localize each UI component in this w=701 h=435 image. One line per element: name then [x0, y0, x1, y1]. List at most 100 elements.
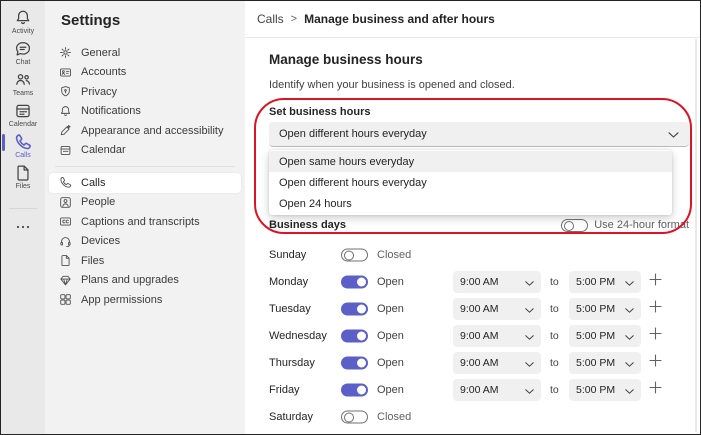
- plus-icon: [649, 326, 662, 345]
- end-time-select[interactable]: 5:00 PM: [569, 378, 641, 401]
- breadcrumb-calls-link[interactable]: Calls: [257, 12, 284, 26]
- start-time-value: 9:00 AM: [460, 302, 499, 315]
- day-status: Open: [377, 356, 404, 369]
- chevron-down-icon: [525, 381, 534, 399]
- settings-item-privacy[interactable]: Privacy: [49, 82, 241, 102]
- selection-indicator: [2, 134, 5, 151]
- day-row-tuesday: Tuesday Open 9:00 AM to 5:00 PM: [269, 295, 689, 322]
- business-hours-dropdown: Open same hours everyday Open different …: [269, 150, 672, 215]
- start-time-select[interactable]: 9:00 AM: [453, 351, 541, 374]
- rail-item-files[interactable]: Files: [1, 161, 45, 192]
- day-status: Closed: [377, 410, 412, 423]
- settings-item-label: Appearance and accessibility: [81, 124, 224, 137]
- settings-item-appearance[interactable]: Appearance and accessibility: [49, 121, 241, 141]
- day-label: Friday: [269, 383, 300, 396]
- rail-item-label: Teams: [12, 89, 34, 97]
- settings-item-notifications[interactable]: Notifications: [49, 102, 241, 122]
- chevron-right-icon: >: [290, 13, 298, 25]
- start-time-select[interactable]: 9:00 AM: [453, 324, 541, 347]
- phone-icon: [14, 133, 32, 151]
- start-time-select[interactable]: 9:00 AM: [453, 270, 541, 293]
- end-time-select[interactable]: 5:00 PM: [569, 324, 641, 347]
- end-time-select[interactable]: 5:00 PM: [569, 297, 641, 320]
- day-status: Open: [377, 329, 404, 342]
- chevron-down-icon: [668, 125, 679, 143]
- day-status: Open: [377, 275, 404, 288]
- rail-item-activity[interactable]: Activity: [1, 6, 45, 37]
- rail-item-chat[interactable]: Chat: [1, 37, 45, 68]
- settings-item-calls[interactable]: Calls: [49, 173, 241, 193]
- shield-icon: [59, 85, 72, 98]
- headset-icon: [59, 235, 72, 248]
- settings-item-captions[interactable]: Captions and transcripts: [49, 212, 241, 232]
- business-days-row: Business days Use 24-hour format: [269, 217, 689, 233]
- day-open-toggle[interactable]: [341, 410, 368, 423]
- dropdown-option-24-hours[interactable]: Open 24 hours: [269, 193, 672, 214]
- day-open-toggle[interactable]: [341, 383, 368, 396]
- rail-item-teams[interactable]: Teams: [1, 68, 45, 99]
- to-label: to: [550, 275, 559, 288]
- rail-item-label: Calendar: [8, 120, 38, 128]
- settings-item-files[interactable]: Files: [49, 251, 241, 271]
- to-label: to: [550, 302, 559, 315]
- start-time-select[interactable]: 9:00 AM: [453, 378, 541, 401]
- business-days-label: Business days: [269, 219, 347, 231]
- settings-item-label: Privacy: [81, 85, 118, 98]
- to-label: to: [550, 356, 559, 369]
- day-open-toggle[interactable]: [341, 302, 368, 315]
- settings-item-devices[interactable]: Devices: [49, 232, 241, 252]
- section-title: Manage business hours: [269, 52, 423, 67]
- end-time-select[interactable]: 5:00 PM: [569, 270, 641, 293]
- chevron-down-icon: [525, 273, 534, 291]
- app-grid-icon: [59, 293, 72, 306]
- day-label: Tuesday: [269, 302, 311, 315]
- dropdown-option-different-hours[interactable]: Open different hours everyday: [269, 172, 672, 193]
- end-time-value: 5:00 PM: [576, 329, 616, 342]
- chevron-down-icon: [525, 354, 534, 372]
- rail-item-calls[interactable]: Calls: [1, 130, 45, 161]
- day-open-toggle[interactable]: [341, 275, 368, 288]
- day-open-toggle[interactable]: [341, 248, 368, 261]
- end-time-value: 5:00 PM: [576, 275, 616, 288]
- start-time-select[interactable]: 9:00 AM: [453, 297, 541, 320]
- day-open-toggle[interactable]: [341, 356, 368, 369]
- to-label: to: [550, 383, 559, 396]
- business-hours-select-value: Open different hours everyday: [279, 128, 427, 140]
- calendar-icon: [59, 144, 72, 157]
- page-title: Manage business and after hours: [304, 12, 495, 26]
- scrollbar[interactable]: [695, 39, 697, 432]
- end-time-select[interactable]: 5:00 PM: [569, 351, 641, 374]
- rail-item-label: Activity: [11, 27, 35, 35]
- add-time-slot-button[interactable]: [649, 326, 662, 345]
- more-apps-button[interactable]: [1, 219, 45, 237]
- rail-item-label: Chat: [15, 58, 31, 66]
- add-time-slot-button[interactable]: [649, 380, 662, 399]
- day-label: Thursday: [269, 356, 315, 369]
- add-time-slot-button[interactable]: [649, 299, 662, 318]
- day-status: Open: [377, 383, 404, 396]
- to-label: to: [550, 329, 559, 342]
- section-description: Identify when your business is opened an…: [269, 79, 515, 91]
- rail-item-calendar[interactable]: Calendar: [1, 99, 45, 130]
- day-row-monday: Monday Open 9:00 AM to 5:00 PM: [269, 268, 689, 295]
- add-time-slot-button[interactable]: [649, 353, 662, 372]
- settings-item-accounts[interactable]: Accounts: [49, 63, 241, 83]
- settings-item-general[interactable]: General: [49, 43, 241, 63]
- settings-title: Settings: [61, 12, 121, 29]
- use-24h-toggle[interactable]: [561, 218, 589, 232]
- add-time-slot-button[interactable]: [649, 272, 662, 291]
- chevron-down-icon: [625, 354, 634, 372]
- id-card-icon: [59, 66, 72, 79]
- plus-icon: [649, 380, 662, 399]
- manage-hours-section: Manage business hours Identify when your…: [245, 38, 699, 433]
- settings-item-calendar[interactable]: Calendar: [49, 141, 241, 161]
- dropdown-option-same-hours[interactable]: Open same hours everyday: [269, 151, 672, 172]
- phone-icon: [59, 176, 72, 189]
- diamond-icon: [59, 274, 72, 287]
- plus-icon: [649, 272, 662, 291]
- day-open-toggle[interactable]: [341, 329, 368, 342]
- settings-item-plans[interactable]: Plans and upgrades: [49, 271, 241, 291]
- settings-item-app-permissions[interactable]: App permissions: [49, 290, 241, 310]
- business-hours-select[interactable]: Open different hours everyday: [269, 122, 689, 147]
- settings-item-people[interactable]: People: [49, 193, 241, 213]
